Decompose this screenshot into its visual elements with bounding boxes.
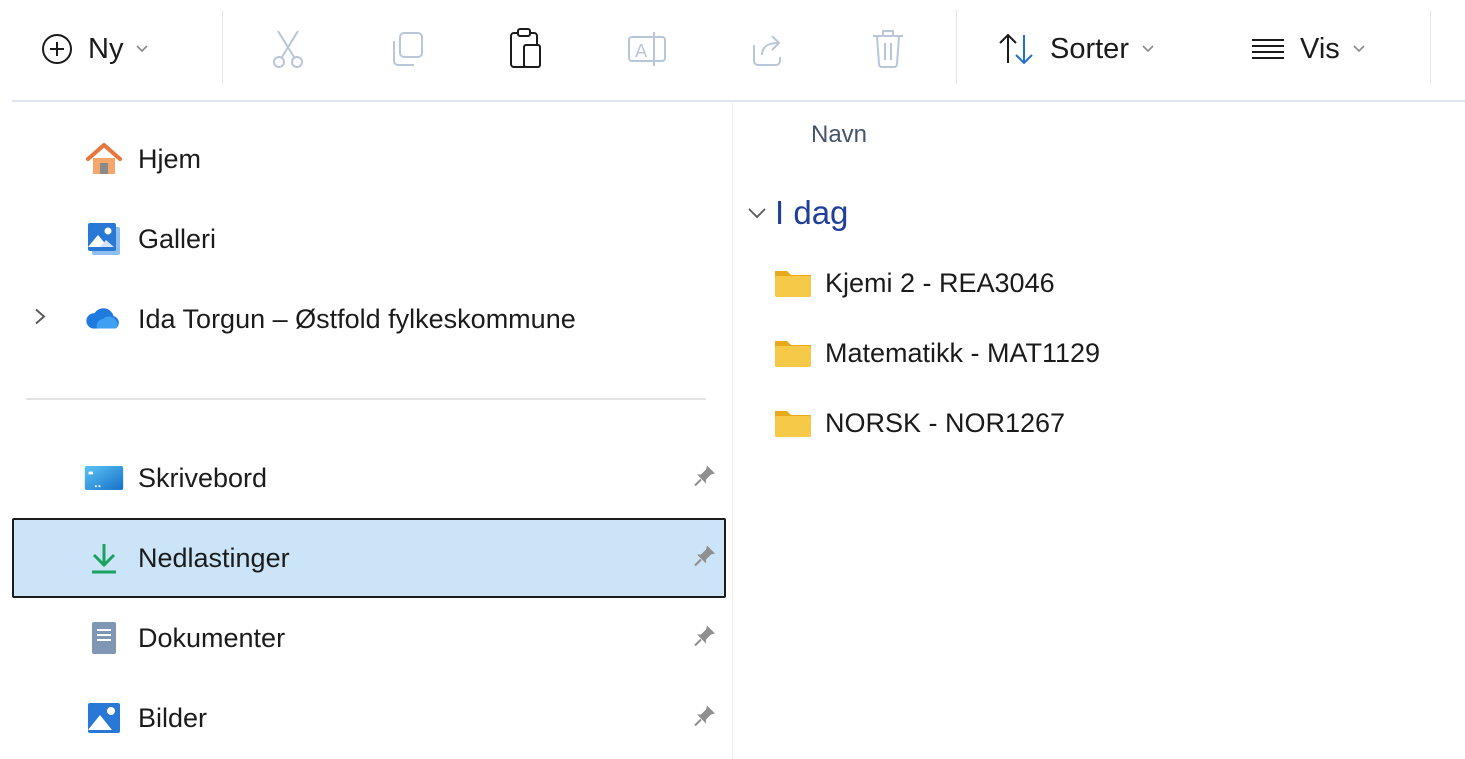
pin-icon[interactable] [692,463,718,494]
chevron-down-icon [748,208,766,219]
group-header-today[interactable]: I dag [747,191,848,235]
list-item[interactable]: Matematikk - MAT1129 [773,324,1433,382]
home-icon [84,139,124,179]
sidebar-item-home[interactable]: Hjem [12,119,726,199]
new-button-label: Ny [88,32,124,65]
gallery-icon [84,219,124,259]
file-name: NORSK - NOR1267 [825,407,1066,438]
copy-icon [393,32,423,66]
sidebar-item-pictures[interactable]: Bilder [12,678,726,758]
sidebar-item-label: Galleri [138,223,217,254]
sidebar-item-label: Bilder [138,702,208,733]
sidebar-item-label: Ida Torgun – Østfold fylkeskommune [138,303,576,334]
view-button-label: Vis [1300,32,1340,65]
chevron-right-icon[interactable] [32,307,48,332]
toolbar-separator [222,10,223,84]
trash-icon [873,30,903,68]
sidebar-item-downloads[interactable]: Nedlastinger [12,518,726,598]
paste-button[interactable] [506,20,546,78]
sidebar-item-gallery[interactable]: Galleri [12,199,726,279]
onedrive-cloud-icon [84,299,124,339]
folder-icon [773,405,817,441]
sort-button[interactable]: Sorter [996,20,1155,78]
file-list-pane: Navn I dag Kjemi 2 - REA3046 Matematikk … [733,103,1465,759]
folder-icon [773,335,817,371]
sidebar-item-label: Hjem [138,143,202,174]
view-lines-icon [1252,39,1284,59]
command-bar: Ny A Sorter Vis [0,0,1465,100]
toolbar-divider [12,100,1465,102]
sidebar-item-label: Skrivebord [138,462,268,493]
svg-text:A: A [635,41,648,62]
pin-icon[interactable] [692,623,718,654]
view-button[interactable]: Vis [1250,20,1366,78]
download-icon [84,538,124,578]
list-item[interactable]: Kjemi 2 - REA3046 [773,254,1433,312]
toolbar-separator [1430,10,1431,84]
documents-icon [84,618,124,658]
sidebar-divider [26,398,706,400]
new-button[interactable]: Ny [40,20,149,78]
sidebar-item-documents[interactable]: Dokumenter [12,598,726,678]
column-header-name[interactable]: Navn [811,121,867,149]
paste-icon [510,28,541,68]
file-name: Matematikk - MAT1129 [825,337,1101,368]
toolbar-separator [956,10,957,84]
plus-circle-icon [42,34,72,64]
copy-button[interactable] [388,20,428,78]
cut-button[interactable] [270,20,306,78]
sidebar-item-label: Nedlastinger [138,542,290,573]
file-name: Kjemi 2 - REA3046 [825,267,1055,298]
desktop-icon [84,458,124,498]
sort-button-label: Sorter [1050,32,1129,65]
delete-button[interactable] [868,20,908,78]
pin-icon[interactable] [692,543,718,574]
chevron-down-icon [1142,45,1154,53]
pin-icon[interactable] [692,703,718,734]
group-header-label: I dag [775,194,849,231]
rename-button[interactable]: A [626,20,670,78]
sidebar-item-desktop[interactable]: Skrivebord [12,438,726,518]
scissors-icon [273,30,303,68]
sidebar-item-label: Dokumenter [138,622,286,653]
share-icon [753,35,781,66]
share-button[interactable] [748,20,788,78]
list-item[interactable]: NORSK - NOR1267 [773,394,1433,452]
folder-icon [773,265,817,301]
chevron-down-icon [136,45,149,53]
sidebar-item-onedrive[interactable]: Ida Torgun – Østfold fylkeskommune [12,279,726,359]
rename-icon: A [628,32,666,66]
pictures-icon [84,698,124,738]
chevron-down-icon [1353,45,1365,53]
sort-arrows-icon [999,33,1033,65]
